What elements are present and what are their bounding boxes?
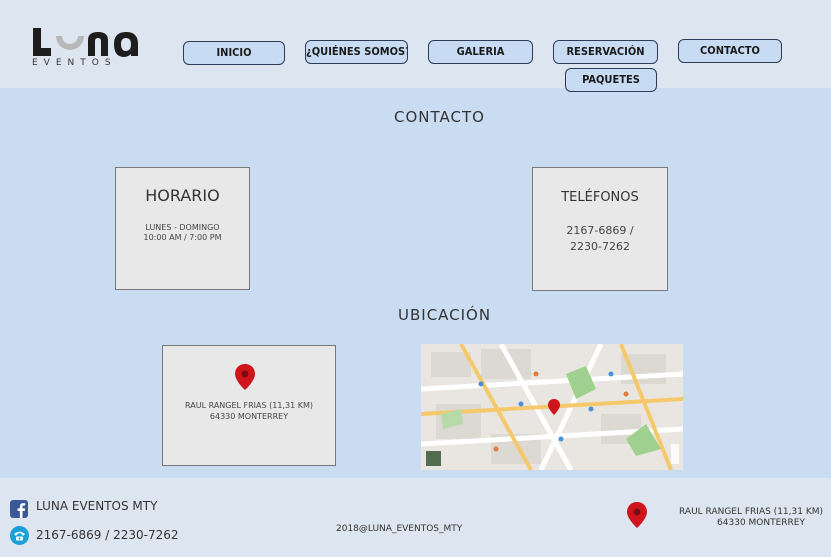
logo-wordmark [33,28,138,57]
telefono-2: 2230-7262 [570,240,630,253]
footer-email: 2018@LUNA_EVENTOS_MTY [336,524,463,534]
map-image [421,344,683,470]
nav-inicio-button[interactable]: INICIO [183,41,285,65]
facebook-icon[interactable] [10,500,28,518]
telefonos-title: TELÉFONOS [561,190,639,205]
footer: LUNA EVENTOS MTY 2167-6869 / 2230-7262 2… [0,478,831,557]
footer-facebook-name: LUNA EVENTOS MTY [36,499,158,513]
footer-address-city: 64330 MONTERREY [717,518,805,528]
horario-title: HORARIO [145,186,220,205]
nav-contacto-button[interactable]: CONTACTO [678,39,782,63]
horario-hours: 10:00 AM / 7:00 PM [143,233,222,242]
logo-subtitle: EVENTOS [32,58,117,68]
telefonos-card: TELÉFONOS 2167-6869 / 2230-7262 [532,167,668,291]
footer-address-street: RAUL RANGEL FRIAS (11,31 KM) [679,507,823,517]
nav-reservacion-button[interactable]: RESERVACIÓN [553,40,658,64]
horario-card: HORARIO LUNES - DOMINGO 10:00 AM / 7:00 … [115,167,250,290]
address-street: RAUL RANGEL FRIAS (11,31 KM) [185,401,313,410]
footer-map-pin-icon [627,502,647,528]
address-city: 64330 MONTERREY [209,412,289,421]
horario-days: LUNES - DOMINGO [145,223,220,232]
phone-icon [10,526,29,545]
location-map[interactable] [421,344,683,470]
telefono-1: 2167-6869 / [566,224,634,237]
header: EVENTOS INICIO ¿QUIÉNES SOMOS? GALERIA R… [0,0,831,92]
nav-galeria-button[interactable]: GALERIA [428,40,533,64]
contact-section-title: CONTACTO [394,108,485,126]
footer-phone: 2167-6869 / 2230-7262 [36,528,179,542]
luna-eventos-logo[interactable]: EVENTOS [30,22,150,74]
location-section-title: UBICACIÓN [398,306,492,324]
address-card: RAUL RANGEL FRIAS (11,31 KM) 64330 MONTE… [162,345,336,466]
nav-paquetes-button[interactable]: PAQUETES [565,68,657,92]
map-pin-icon [235,364,255,390]
nav-quienes-somos-button[interactable]: ¿QUIÉNES SOMOS? [305,40,408,64]
